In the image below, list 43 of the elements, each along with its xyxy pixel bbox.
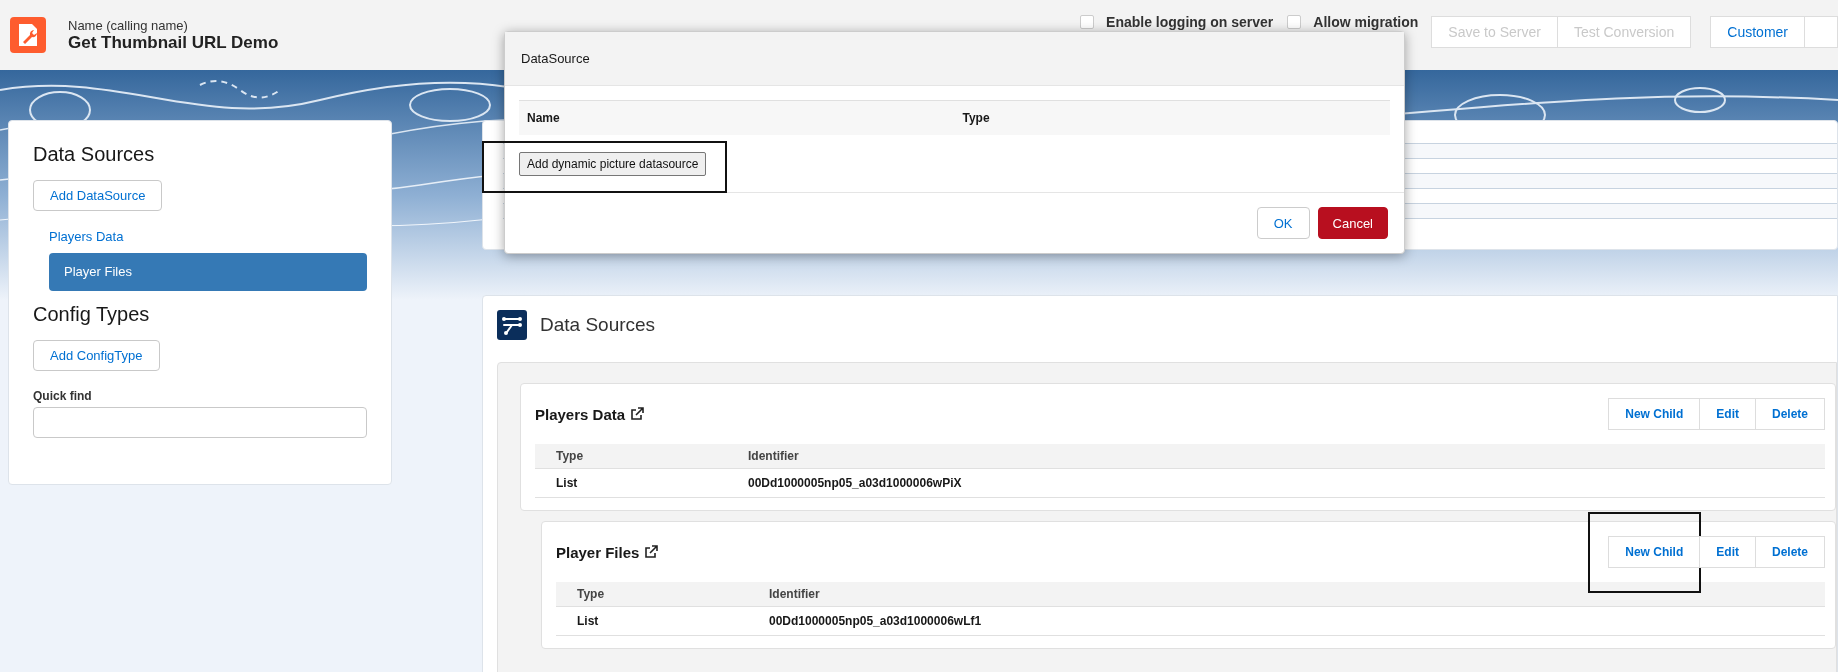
column-header: Identifier <box>748 582 1825 607</box>
ok-button[interactable]: OK <box>1256 207 1310 239</box>
column-header: Type <box>961 111 991 125</box>
checkbox[interactable] <box>1287 15 1302 29</box>
column-header: Type <box>535 444 727 469</box>
quick-find-field[interactable] <box>33 407 367 438</box>
cancel-button[interactable]: Cancel <box>1317 207 1388 239</box>
table-cell: 00Dd1000005np05_a03d1000006wLf1 <box>748 606 1825 636</box>
external-link-icon[interactable] <box>644 545 659 559</box>
column-header: Type <box>556 582 748 607</box>
checkbox[interactable] <box>1080 15 1095 29</box>
field-label: Quick find <box>33 389 92 403</box>
card-button[interactable]: New Child <box>1608 536 1701 568</box>
view-button[interactable] <box>1804 16 1838 48</box>
app-title: Get Thumbnail URL Demo <box>68 32 279 53</box>
dialog-title: DataSource <box>521 51 590 66</box>
table-cell: List <box>535 468 727 498</box>
card-button[interactable]: New Child <box>1608 398 1701 430</box>
table-cell: 00Dd1000005np05_a03d1000006wPiX <box>727 468 1825 498</box>
page-heading: Data Sources <box>540 314 656 336</box>
source-title: Players Data <box>535 405 626 423</box>
sidebar-item[interactable]: Players Data <box>49 229 367 253</box>
sidebar-item[interactable]: Player Files <box>49 253 367 291</box>
add-datasource-button[interactable]: Add dynamic picture datasource <box>519 152 707 176</box>
add-button[interactable]: Add ConfigType <box>33 340 160 371</box>
card-button[interactable]: Edit <box>1699 398 1756 430</box>
card-button[interactable]: Delete <box>1754 536 1825 568</box>
flow-icon <box>497 310 527 340</box>
app-subtitle: Name (calling name) <box>68 17 189 33</box>
card-button[interactable]: Edit <box>1699 536 1756 568</box>
section-heading: Data Sources <box>33 143 155 166</box>
column-header: Name <box>526 111 561 125</box>
source-title: Player Files <box>556 543 640 561</box>
table-cell: List <box>556 606 748 636</box>
checkbox-label: Enable logging on server <box>1106 14 1274 30</box>
checkbox-label: Allow migration <box>1313 14 1419 30</box>
column-header: Identifier <box>727 444 1825 469</box>
view-button[interactable]: Customer <box>1710 16 1805 48</box>
add-button[interactable]: Add DataSource <box>33 180 163 211</box>
external-link-icon[interactable] <box>630 407 645 421</box>
section-heading: Config Types <box>33 303 150 326</box>
wrench-document-icon <box>10 17 46 53</box>
card-button[interactable]: Delete <box>1754 398 1825 430</box>
